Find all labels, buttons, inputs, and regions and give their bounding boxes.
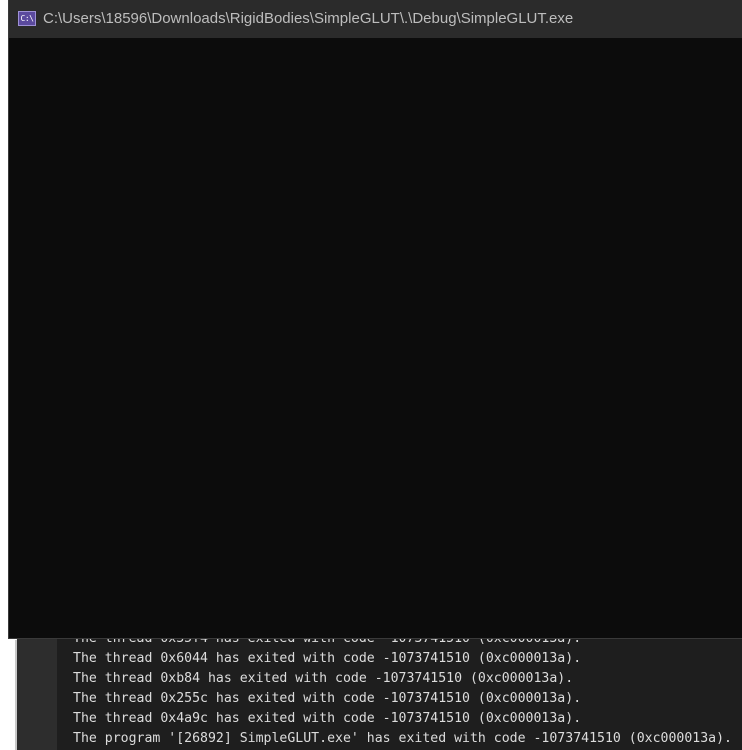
output-pane-gutter xyxy=(17,630,57,750)
console-title-bar[interactable]: C:\ C:\Users\18596\Downloads\RigidBodies… xyxy=(9,0,742,38)
output-pane[interactable]: The thread 0x35f4 has exited with code -… xyxy=(57,630,742,750)
console-output-area[interactable] xyxy=(9,38,742,638)
console-app-icon[interactable]: C:\ xyxy=(18,11,36,26)
output-line: The thread 0x4a9c has exited with code -… xyxy=(73,711,582,726)
console-window[interactable]: C:\ C:\Users\18596\Downloads\RigidBodies… xyxy=(9,0,742,638)
output-line: The program '[26892] SimpleGLUT.exe' has… xyxy=(73,731,732,746)
desktop-screen: The thread 0x35f4 has exited with code -… xyxy=(0,0,742,750)
output-line: The thread 0x6044 has exited with code -… xyxy=(73,651,582,666)
output-line: The thread 0xb84 has exited with code -1… xyxy=(73,671,574,686)
output-line: The thread 0x255c has exited with code -… xyxy=(73,691,582,706)
console-title: C:\Users\18596\Downloads\RigidBodies\Sim… xyxy=(43,10,574,27)
